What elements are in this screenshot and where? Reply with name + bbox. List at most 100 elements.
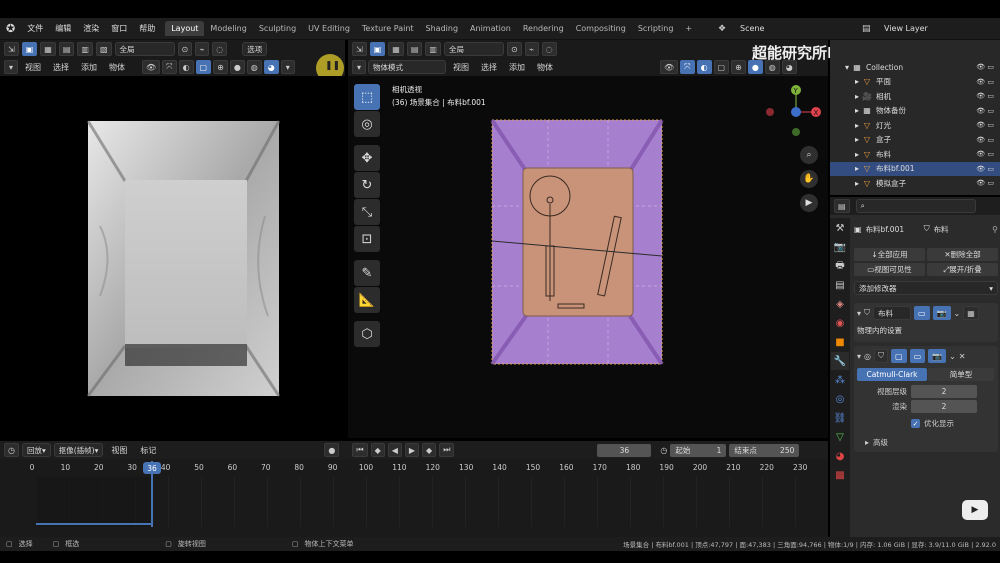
modifier-object-label[interactable]: 布料 [934,224,949,235]
visibility-toggle-icon[interactable]: 👁 ▭ [976,121,1000,129]
xray-icon[interactable]: ▢ [713,60,730,74]
tab-modeling[interactable]: Modeling [204,21,252,36]
select-subtract-icon[interactable]: ▥ [77,42,93,56]
menu-view[interactable]: 视图 [20,62,46,73]
outliner-item[interactable]: ▸ ▽ 布料bf.001 👁 ▭ [830,161,1000,176]
visibility-toggle-icon[interactable]: 👁 ▭ [976,165,1000,173]
pan-hand-icon[interactable]: ✋ [800,170,818,188]
material-tab-icon[interactable]: ◕ [831,447,849,465]
visibility-toggle-icon[interactable]: 👁 ▭ [976,179,1000,187]
menu-object[interactable]: 物体 [104,62,130,73]
overlay-icon[interactable]: ◐ [696,60,712,74]
expand-arrow-icon[interactable]: ▸ [852,106,862,115]
material-shading-icon[interactable]: ◍ [246,60,262,74]
tab-rendering[interactable]: Rendering [517,21,570,36]
render-viewport[interactable] [0,76,345,438]
menu-add[interactable]: 添加 [504,62,530,73]
viewport-levels-field[interactable]: 2 [911,385,977,398]
visibility-icon[interactable]: 👁 [660,60,679,74]
tab-scripting[interactable]: Scripting [632,21,680,36]
visibility-toggle-icon[interactable]: 👁 ▭ [976,92,1000,100]
cloth-modifier-name[interactable]: 布料 [873,306,912,320]
keying-menu[interactable]: 抠像(插帧) ▾ [53,443,104,457]
end-frame-field[interactable]: 结束点 250 [729,443,800,457]
tab-uv-editing[interactable]: UV Editing [302,21,356,36]
wireframe-shading-icon[interactable]: ⊕ [731,60,746,74]
outliner-item[interactable]: ▸ ▽ 盒子 👁 ▭ [830,133,1000,148]
measure-tool-icon[interactable]: 📐 [354,287,380,313]
editor-type-icon[interactable]: ▤ [834,199,850,213]
mode-dropdown[interactable]: 物体模式 [368,60,446,74]
menu-render[interactable]: 渲染 [77,23,105,34]
menu-view[interactable]: 视图 [106,445,132,456]
jump-start-icon[interactable]: ⏮ [352,443,368,457]
proportional-icon[interactable]: ◌ [212,42,228,56]
expand-arrow-icon[interactable]: ▸ [852,77,862,86]
constraints-tab-icon[interactable]: ⛓ [831,409,849,427]
menu-add[interactable]: 添加 [76,62,102,73]
outliner-item[interactable]: ▾ ▦ Collection 👁 ▭ [830,60,1000,75]
menu-view[interactable]: 视图 [448,62,474,73]
add-workspace-icon[interactable]: + [679,21,698,36]
pin-icon[interactable]: ⚲ [992,225,998,234]
transform-tool-icon[interactable]: ⊡ [354,226,380,252]
visibility-toggle-icon[interactable]: 👁 ▭ [976,107,1000,115]
particles-tab-icon[interactable]: ⁂ [831,371,849,389]
tab-sculpting[interactable]: Sculpting [253,21,302,36]
tab-layout[interactable]: Layout [165,21,205,36]
play-reverse-icon[interactable]: ◀ [387,443,402,457]
wireframe-shading-icon[interactable]: ⊕ [213,60,228,74]
edit-mode-toggle-icon[interactable]: ▢ [891,349,907,363]
search-input[interactable]: ⌕ [855,199,976,213]
zoom-icon[interactable]: ⌕ [800,146,818,164]
gizmo-icon[interactable]: ⇲ [352,42,367,56]
visibility-toggle-icon[interactable]: 👁 ▭ [976,150,1000,158]
outliner-item[interactable]: ▸ ▽ 平面 👁 ▭ [830,75,1000,90]
menu-marker[interactable]: 标记 [135,445,161,456]
scene-tab-icon[interactable]: ◈ [831,295,849,313]
view-layer-icon[interactable]: ▤ [862,24,871,34]
menu-help[interactable]: 帮助 [133,23,161,34]
outliner-item[interactable]: ▸ ▦ 物体备份 👁 ▭ [830,104,1000,119]
expand-arrow-icon[interactable]: ▾ [842,63,852,72]
render-toggle-icon[interactable]: 📷 [932,306,951,320]
orientation-dropdown[interactable]: 全局 [443,42,504,56]
catmull-clark-button[interactable]: Catmull-Clark [857,368,927,381]
dropdown-arrow-icon[interactable]: ⌄ [954,309,961,318]
output-tab-icon[interactable]: 🖶 [831,257,849,275]
expand-collapse-button[interactable]: ⤢ 展开/折叠 [927,263,998,276]
solid-shading-icon[interactable]: ● [229,60,245,74]
select-mode-icon[interactable]: ▦ [40,42,56,56]
select-extend-icon[interactable]: ▤ [58,42,75,56]
next-keyframe-icon[interactable]: ◆ [422,443,437,457]
pause-icon[interactable]: ❚❚ [325,61,340,71]
scene-icon[interactable]: ❖ [718,24,726,34]
rotate-tool-icon[interactable]: ↻ [354,172,380,198]
viewport-visibility-button[interactable]: ▭ 视图可见性 [854,263,925,276]
render-levels-field[interactable]: 2 [911,400,977,413]
view-layer-selector[interactable]: View Layer [884,24,928,33]
tab-compositing[interactable]: Compositing [570,21,632,36]
expand-arrow-icon[interactable]: ▸ [852,164,862,173]
outliner-item[interactable]: ▸ ▽ 布料 👁 ▭ [830,147,1000,162]
select-mode-icon[interactable]: ▦ [388,42,404,56]
modifier-tab-icon[interactable]: 🔧 [831,352,849,370]
outliner-item[interactable]: ▸ 🎥 相机 👁 ▭ [830,89,1000,104]
select-tool-icon[interactable]: ⬚ [354,84,380,110]
record-icon[interactable]: ● [324,443,340,457]
annotate-tool-icon[interactable]: ✎ [354,260,380,286]
menu-edit[interactable]: 编辑 [49,23,77,34]
expand-arrow-icon[interactable]: ▸ [852,135,862,144]
tab-texture-paint[interactable]: Texture Paint [356,21,420,36]
cloth-physics-link-icon[interactable]: ▦ [963,306,979,320]
collapse-arrow-icon[interactable]: ▾ [857,309,861,318]
select-box-icon[interactable]: ▣ [21,42,38,56]
proportional-icon[interactable]: ◌ [541,42,557,56]
camera-view-icon[interactable]: ▶ [800,194,818,212]
play-icon[interactable]: ▶ [404,443,420,457]
expand-arrow-icon[interactable]: ▸ [852,92,862,101]
menu-object[interactable]: 物体 [532,62,558,73]
timeline-track-area[interactable] [36,477,828,527]
collapse-arrow-icon[interactable]: ▾ [857,352,861,361]
apply-all-button[interactable]: ↓ 全部应用 [854,248,925,261]
